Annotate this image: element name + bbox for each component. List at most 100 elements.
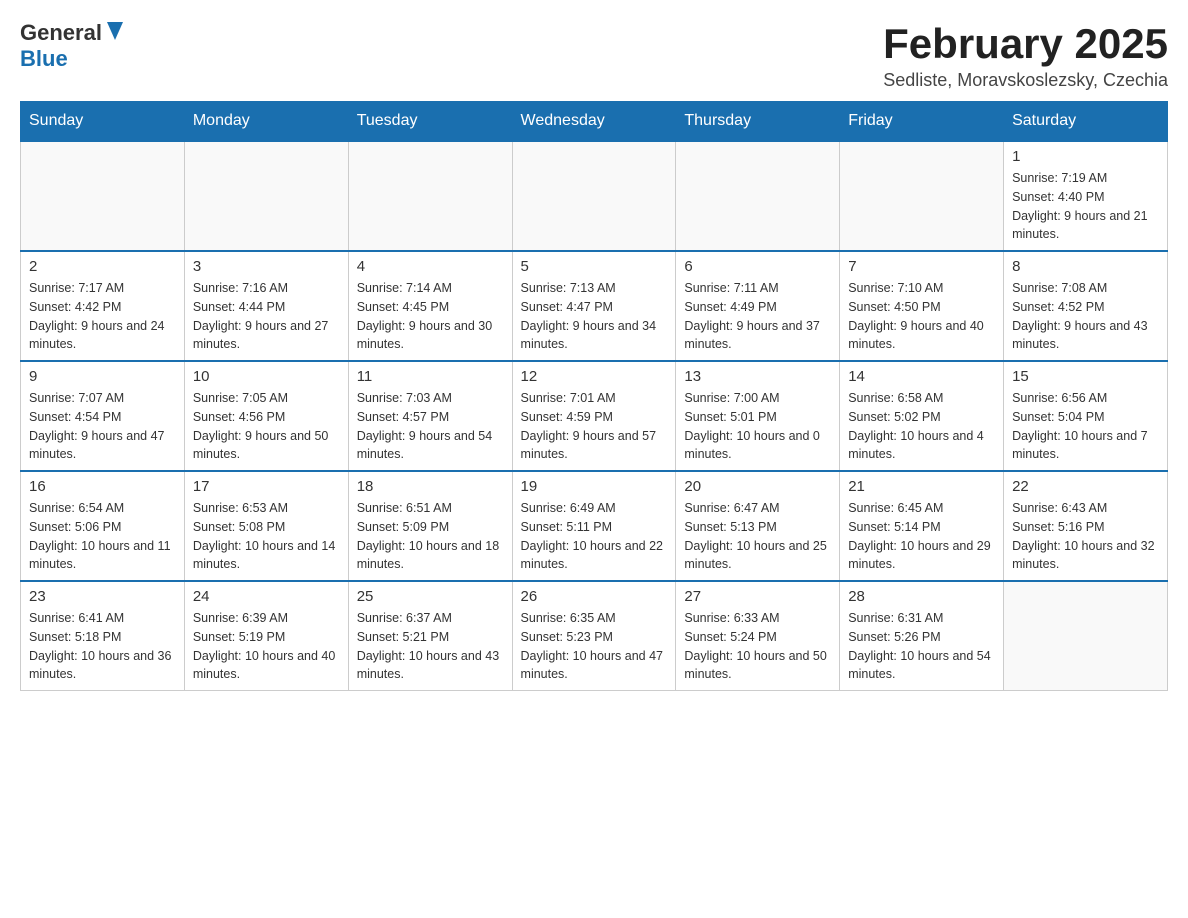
day-number: 21: [848, 478, 995, 495]
day-info: Sunrise: 7:16 AM Sunset: 4:44 PM Dayligh…: [193, 279, 340, 354]
logo-text-blue: Blue: [20, 47, 125, 71]
calendar-cell: 4 Sunrise: 7:14 AM Sunset: 4:45 PM Daylig…: [348, 251, 512, 361]
calendar-cell: 16Sunrise: 6:54 AM Sunset: 5:06 PM Dayli…: [21, 471, 185, 581]
calendar-week-3: 16Sunrise: 6:54 AM Sunset: 5:06 PM Dayli…: [21, 471, 1168, 581]
logo-text-general: General: [20, 21, 102, 45]
day-info: Sunrise: 7:11 AM Sunset: 4:49 PM Dayligh…: [684, 279, 831, 354]
calendar-cell: 28 Sunrise: 6:31 AM Sunset: 5:26 PM Dayli…: [840, 581, 1004, 691]
calendar-week-0: 1 Sunrise: 7:19 AM Sunset: 4:40 PM Daylig…: [21, 141, 1168, 251]
calendar-cell: 3 Sunrise: 7:16 AM Sunset: 4:44 PM Daylig…: [184, 251, 348, 361]
calendar-cell: 18Sunrise: 6:51 AM Sunset: 5:09 PM Dayli…: [348, 471, 512, 581]
day-info: Sunrise: 6:33 AM Sunset: 5:24 PM Dayligh…: [684, 609, 831, 684]
calendar-cell: 12Sunrise: 7:01 AM Sunset: 4:59 PM Dayli…: [512, 361, 676, 471]
header-wednesday: Wednesday: [512, 102, 676, 142]
day-number: 27: [684, 588, 831, 605]
day-info: Sunrise: 6:53 AM Sunset: 5:08 PM Dayligh…: [193, 499, 340, 574]
calendar-cell: 8 Sunrise: 7:08 AM Sunset: 4:52 PM Daylig…: [1004, 251, 1168, 361]
calendar-cell: [21, 141, 185, 251]
calendar-cell: 6 Sunrise: 7:11 AM Sunset: 4:49 PM Daylig…: [676, 251, 840, 361]
day-number: 22: [1012, 478, 1159, 495]
calendar-cell: 27 Sunrise: 6:33 AM Sunset: 5:24 PM Dayli…: [676, 581, 840, 691]
header-saturday: Saturday: [1004, 102, 1168, 142]
calendar-week-1: 2 Sunrise: 7:17 AM Sunset: 4:42 PM Daylig…: [21, 251, 1168, 361]
calendar-cell: [840, 141, 1004, 251]
calendar-cell: 14Sunrise: 6:58 AM Sunset: 5:02 PM Dayli…: [840, 361, 1004, 471]
calendar-cell: 20 Sunrise: 6:47 AM Sunset: 5:13 PM Dayli…: [676, 471, 840, 581]
day-number: 9: [29, 368, 176, 385]
calendar-cell: [676, 141, 840, 251]
day-number: 24: [193, 588, 340, 605]
calendar-cell: 17 Sunrise: 6:53 AM Sunset: 5:08 PM Dayli…: [184, 471, 348, 581]
day-info: Sunrise: 7:10 AM Sunset: 4:50 PM Dayligh…: [848, 279, 995, 354]
day-number: 2: [29, 258, 176, 275]
day-info: Sunrise: 7:17 AM Sunset: 4:42 PM Dayligh…: [29, 279, 176, 354]
calendar-cell: 5 Sunrise: 7:13 AM Sunset: 4:47 PM Daylig…: [512, 251, 676, 361]
day-number: 7: [848, 258, 995, 275]
day-info: Sunrise: 7:13 AM Sunset: 4:47 PM Dayligh…: [521, 279, 668, 354]
day-number: 5: [521, 258, 668, 275]
day-number: 4: [357, 258, 504, 275]
calendar-cell: [1004, 581, 1168, 691]
day-number: 28: [848, 588, 995, 605]
day-info: Sunrise: 7:05 AM Sunset: 4:56 PM Dayligh…: [193, 389, 340, 464]
header-friday: Friday: [840, 102, 1004, 142]
day-info: Sunrise: 6:45 AM Sunset: 5:14 PM Dayligh…: [848, 499, 995, 574]
day-number: 12: [521, 368, 668, 385]
day-number: 3: [193, 258, 340, 275]
day-info: Sunrise: 6:43 AM Sunset: 5:16 PM Dayligh…: [1012, 499, 1159, 574]
calendar-cell: 21 Sunrise: 6:45 AM Sunset: 5:14 PM Dayli…: [840, 471, 1004, 581]
calendar-header: Sunday Monday Tuesday Wednesday Thursday…: [21, 102, 1168, 142]
calendar-cell: 9 Sunrise: 7:07 AM Sunset: 4:54 PM Daylig…: [21, 361, 185, 471]
day-number: 26: [521, 588, 668, 605]
day-info: Sunrise: 6:56 AM Sunset: 5:04 PM Dayligh…: [1012, 389, 1159, 464]
calendar-body: 1 Sunrise: 7:19 AM Sunset: 4:40 PM Daylig…: [21, 141, 1168, 691]
calendar-cell: 7 Sunrise: 7:10 AM Sunset: 4:50 PM Daylig…: [840, 251, 1004, 361]
calendar-cell: 19 Sunrise: 6:49 AM Sunset: 5:11 PM Dayli…: [512, 471, 676, 581]
day-info: Sunrise: 7:14 AM Sunset: 4:45 PM Dayligh…: [357, 279, 504, 354]
day-info: Sunrise: 6:31 AM Sunset: 5:26 PM Dayligh…: [848, 609, 995, 684]
calendar-week-2: 9 Sunrise: 7:07 AM Sunset: 4:54 PM Daylig…: [21, 361, 1168, 471]
calendar-cell: 13 Sunrise: 7:00 AM Sunset: 5:01 PM Dayli…: [676, 361, 840, 471]
day-number: 23: [29, 588, 176, 605]
calendar-cell: 10 Sunrise: 7:05 AM Sunset: 4:56 PM Dayli…: [184, 361, 348, 471]
calendar-cell: [512, 141, 676, 251]
day-info: Sunrise: 6:49 AM Sunset: 5:11 PM Dayligh…: [521, 499, 668, 574]
calendar-cell: 23 Sunrise: 6:41 AM Sunset: 5:18 PM Dayli…: [21, 581, 185, 691]
day-info: Sunrise: 6:47 AM Sunset: 5:13 PM Dayligh…: [684, 499, 831, 574]
day-number: 19: [521, 478, 668, 495]
day-info: Sunrise: 7:00 AM Sunset: 5:01 PM Dayligh…: [684, 389, 831, 464]
title-section: February 2025 Sedliste, Moravskoslezsky,…: [883, 20, 1168, 91]
calendar-cell: 15 Sunrise: 6:56 AM Sunset: 5:04 PM Dayli…: [1004, 361, 1168, 471]
calendar-cell: 1 Sunrise: 7:19 AM Sunset: 4:40 PM Daylig…: [1004, 141, 1168, 251]
day-info: Sunrise: 7:19 AM Sunset: 4:40 PM Dayligh…: [1012, 169, 1159, 244]
logo-arrow-icon: [105, 20, 125, 42]
day-number: 15: [1012, 368, 1159, 385]
header-sunday: Sunday: [21, 102, 185, 142]
calendar-table: Sunday Monday Tuesday Wednesday Thursday…: [20, 101, 1168, 691]
day-number: 16: [29, 478, 176, 495]
day-number: 8: [1012, 258, 1159, 275]
day-number: 10: [193, 368, 340, 385]
day-info: Sunrise: 7:07 AM Sunset: 4:54 PM Dayligh…: [29, 389, 176, 464]
day-number: 20: [684, 478, 831, 495]
day-info: Sunrise: 6:51 AM Sunset: 5:09 PM Dayligh…: [357, 499, 504, 574]
calendar-cell: 25Sunrise: 6:37 AM Sunset: 5:21 PM Dayli…: [348, 581, 512, 691]
day-number: 6: [684, 258, 831, 275]
page-header: General Blue February 2025 Sedliste, Mor…: [20, 20, 1168, 91]
day-number: 17: [193, 478, 340, 495]
calendar-week-4: 23 Sunrise: 6:41 AM Sunset: 5:18 PM Dayli…: [21, 581, 1168, 691]
day-info: Sunrise: 6:35 AM Sunset: 5:23 PM Dayligh…: [521, 609, 668, 684]
day-info: Sunrise: 7:08 AM Sunset: 4:52 PM Dayligh…: [1012, 279, 1159, 354]
day-info: Sunrise: 6:37 AM Sunset: 5:21 PM Dayligh…: [357, 609, 504, 684]
calendar-cell: 22 Sunrise: 6:43 AM Sunset: 5:16 PM Dayli…: [1004, 471, 1168, 581]
day-number: 11: [357, 368, 504, 385]
logo: General Blue: [20, 20, 125, 71]
day-info: Sunrise: 6:41 AM Sunset: 5:18 PM Dayligh…: [29, 609, 176, 684]
day-info: Sunrise: 6:39 AM Sunset: 5:19 PM Dayligh…: [193, 609, 340, 684]
calendar-cell: 11Sunrise: 7:03 AM Sunset: 4:57 PM Dayli…: [348, 361, 512, 471]
header-monday: Monday: [184, 102, 348, 142]
calendar-cell: [184, 141, 348, 251]
day-number: 1: [1012, 148, 1159, 165]
day-number: 13: [684, 368, 831, 385]
day-info: Sunrise: 6:58 AM Sunset: 5:02 PM Dayligh…: [848, 389, 995, 464]
